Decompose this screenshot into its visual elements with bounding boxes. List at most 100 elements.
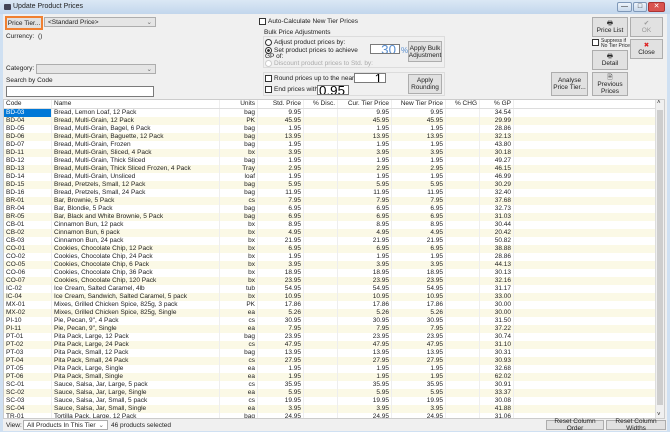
column-header[interactable]: % CHG bbox=[446, 100, 480, 108]
table-row[interactable]: SC-01 Sauce, Salsa, Jar, Large, 5 pack cs 3… bbox=[4, 381, 664, 389]
table-row[interactable]: IC-04 Ice Cream, Sandwich, Salted Caramel… bbox=[4, 293, 664, 301]
column-header[interactable]: New Tier Price bbox=[392, 100, 446, 108]
cell-units: bx bbox=[220, 149, 258, 157]
price-list-button[interactable]: 🖶 Price List bbox=[592, 17, 628, 37]
table-row[interactable]: BD-07 Bread, Multi-Grain, Frozen bag 1.95 1.… bbox=[4, 141, 664, 149]
table-row[interactable]: BD-16 Bread, Pretzels, Small, 24 Pack bag 1… bbox=[4, 189, 664, 197]
table-row[interactable]: IC-02 Ice Cream, Salted Caramel, 4lb tub 54… bbox=[4, 285, 664, 293]
table-row[interactable]: PI-11 Pie, Pecan, 9", Single ea 7.95 7.95 7.9… bbox=[4, 325, 664, 333]
vertical-scrollbar[interactable]: ˄ ˅ bbox=[655, 100, 664, 418]
table-row[interactable]: SC-03 Sauce, Salsa, Jar, Small, 5 pack cs 1… bbox=[4, 397, 664, 405]
cell-disc bbox=[304, 245, 338, 253]
table-row[interactable]: PT-03 Pita Pack, Small, 12 Pack bag 13.95 13… bbox=[4, 349, 664, 357]
cell-name: Pie, Pecan, 9", Single bbox=[52, 325, 220, 333]
cell-disc bbox=[304, 205, 338, 213]
table-row[interactable]: MX-01 Mixes, Grilled Chicken Spice, 825g,… bbox=[4, 301, 664, 309]
table-row[interactable]: CO-05 Cookies, Chocolate Chip, 6 Pack bx 3.… bbox=[4, 261, 664, 269]
column-header[interactable]: Cur. Tier Price bbox=[338, 100, 392, 108]
table-row[interactable]: CB-01 Cinnamon Bun, 12 pack bx 8.95 8.95 8.95… bbox=[4, 221, 664, 229]
minimize-button[interactable]: — bbox=[617, 2, 632, 12]
cell-cur-tier-price: 5.26 bbox=[338, 309, 392, 317]
column-header[interactable]: Code bbox=[4, 100, 52, 108]
table-row[interactable]: SC-02 Sauce, Salsa, Jar, Large, Single ea 5… bbox=[4, 389, 664, 397]
previous-prices-button[interactable]: 🗎 Previous Prices bbox=[592, 72, 628, 96]
achieve-gp-radio[interactable]: Set product prices to achieve GP of: bbox=[265, 47, 361, 60]
discount-radio[interactable]: Discount product prices to Std. by: bbox=[265, 60, 373, 67]
cell-chg bbox=[446, 317, 480, 325]
percent-input[interactable] bbox=[370, 44, 400, 54]
ok-button[interactable]: ✔ OK bbox=[630, 17, 663, 37]
column-header[interactable]: % GP bbox=[480, 100, 514, 108]
cell-gp: 31.50 bbox=[480, 317, 514, 325]
cell-new-tier-price: 18.95 bbox=[392, 269, 446, 277]
table-row[interactable]: BD-06 Bread, Multi-Grain, Baguette, 12 Pa… bbox=[4, 133, 664, 141]
price-tier-select[interactable]: <Standard Price> ⌄ bbox=[44, 17, 156, 27]
reset-column-widths-button[interactable]: Reset Column Widths bbox=[606, 418, 666, 432]
table-row[interactable]: CO-01 Cookies, Chocolate Chip, 12 Pack bx 6… bbox=[4, 245, 664, 253]
table-row[interactable]: BD-04 Bread, Multi-Grain, 12 Pack PK 45.95 4… bbox=[4, 117, 664, 125]
column-header[interactable]: Name bbox=[52, 100, 220, 108]
scroll-thumb[interactable] bbox=[657, 110, 663, 405]
view-select[interactable]: All Products In This Tier ⌄ bbox=[23, 420, 108, 430]
table-row[interactable]: BR-04 Bar, Blondie, 5 Pack bag 6.95 6.95 6.95… bbox=[4, 205, 664, 213]
column-header[interactable]: Units bbox=[220, 100, 258, 108]
apply-bulk-button[interactable]: Apply Bulk Adjustment bbox=[408, 41, 442, 62]
table-row[interactable]: PT-05 Pita Pack, Large, Single ea 1.95 1.95 1… bbox=[4, 365, 664, 373]
price-tier-button[interactable]: Price Tier... bbox=[5, 16, 43, 30]
apply-rounding-button[interactable]: Apply Rounding bbox=[408, 74, 442, 94]
table-row[interactable]: BD-03 Bread, Lemon Loaf, 12 Pack bag 9.95 9.… bbox=[4, 109, 664, 117]
table-row[interactable]: PT-06 Pita Pack, Small, Single ea 1.95 1.95 1… bbox=[4, 373, 664, 381]
column-header[interactable]: % Disc. bbox=[304, 100, 338, 108]
table-row[interactable]: PT-01 Pita Pack, Large, 12 Pack bag 23.95 23… bbox=[4, 333, 664, 341]
cell-std-price: 18.95 bbox=[258, 269, 304, 277]
table-row[interactable]: BD-11 Bread, Multi-Grain, Sliced, 4 Pack b… bbox=[4, 149, 664, 157]
auto-calc-checkbox[interactable]: Auto-Calculate New Tier Prices bbox=[259, 18, 358, 25]
column-header[interactable]: Std. Price bbox=[258, 100, 304, 108]
cell-std-price: 23.95 bbox=[258, 333, 304, 341]
table-row[interactable]: PI-10 Pie, Pecan, 9", 4 Pack cs 30.95 30.95 3… bbox=[4, 317, 664, 325]
cell-cur-tier-price: 3.95 bbox=[338, 149, 392, 157]
cell-name: Bread, Multi-Grain, Sliced, 4 Pack bbox=[52, 149, 220, 157]
table-row[interactable]: PT-02 Pita Pack, Large, 24 Pack cs 47.95 47.… bbox=[4, 341, 664, 349]
detail-button[interactable]: 🖶 Detail bbox=[592, 50, 628, 70]
close-button[interactable]: ✖ Close bbox=[630, 39, 663, 59]
table-row[interactable]: BR-01 Bar, Brownie, 5 Pack cs 7.95 7.95 7.95 3… bbox=[4, 197, 664, 205]
table-row[interactable]: SC-04 Sauce, Salsa, Jar, Small, Single ea 3… bbox=[4, 405, 664, 413]
table-row[interactable]: BD-14 Bread, Multi-Grain, Unsliced loaf 1.9… bbox=[4, 173, 664, 181]
cell-new-tier-price: 4.95 bbox=[392, 229, 446, 237]
table-row[interactable]: CB-03 Cinnamon Bun, 24 pack bx 21.95 21.95 21… bbox=[4, 237, 664, 245]
maximize-button[interactable]: □ bbox=[633, 2, 647, 12]
round-checkbox[interactable]: Round prices up to the nearest bbox=[265, 75, 363, 82]
cell-std-price: 8.95 bbox=[258, 221, 304, 229]
round-input[interactable] bbox=[354, 73, 386, 83]
adjust-by-radio[interactable]: Adjust product prices by: bbox=[265, 39, 345, 46]
cell-chg bbox=[446, 197, 480, 205]
cell-units: bag bbox=[220, 205, 258, 213]
cell-code: PT-01 bbox=[4, 333, 52, 341]
end-prices-checkbox[interactable]: End prices with: bbox=[265, 86, 320, 93]
table-row[interactable]: BD-13 Bread, Multi-Grain, Thick Sliced Fr… bbox=[4, 165, 664, 173]
table-row[interactable]: CO-07 Cookies, Chocolate Chip, 120 Pack bx… bbox=[4, 277, 664, 285]
reset-column-order-button[interactable]: Reset Column Order bbox=[546, 418, 604, 432]
scroll-up-icon[interactable]: ˄ bbox=[657, 100, 661, 106]
table-row[interactable]: CO-02 Cookies, Chocolate Chip, 24 Pack bx 1… bbox=[4, 253, 664, 261]
cell-code: BR-01 bbox=[4, 197, 52, 205]
end-prices-input[interactable] bbox=[317, 85, 349, 95]
table-row[interactable]: BD-15 Bread, Pretzels, Small, 12 Pack bag 5… bbox=[4, 181, 664, 189]
cell-code: PT-02 bbox=[4, 341, 52, 349]
table-row[interactable]: MX-02 Mixes, Grilled Chicken Spice, 825g,… bbox=[4, 309, 664, 317]
close-window-button[interactable]: ✕ bbox=[648, 2, 665, 12]
table-row[interactable]: CB-02 Cinnamon Bun, 6 pack bx 4.95 4.95 4.95 2… bbox=[4, 229, 664, 237]
cell-code: PT-03 bbox=[4, 349, 52, 357]
category-select[interactable]: ⌄ bbox=[36, 64, 156, 74]
cell-cur-tier-price: 35.95 bbox=[338, 381, 392, 389]
suppress-checkbox[interactable]: Suppress if No Tier Price bbox=[592, 39, 632, 49]
table-row[interactable]: CO-06 Cookies, Chocolate Chip, 36 Pack bx 1… bbox=[4, 269, 664, 277]
cell-new-tier-price: 5.95 bbox=[392, 181, 446, 189]
table-row[interactable]: BR-05 Bar, Black and White Brownie, 5 Pac… bbox=[4, 213, 664, 221]
table-row[interactable]: PT-04 Pita Pack, Small, 24 Pack cs 27.95 27.… bbox=[4, 357, 664, 365]
table-row[interactable]: BD-05 Bread, Multi-Grain, Bagel, 6 Pack ba… bbox=[4, 125, 664, 133]
table-row[interactable]: BD-12 Bread, Multi-Grain, Thick Sliced bag… bbox=[4, 157, 664, 165]
analyse-price-tier-button[interactable]: Analyse Price Tier... bbox=[551, 72, 588, 96]
search-input[interactable] bbox=[6, 86, 154, 97]
